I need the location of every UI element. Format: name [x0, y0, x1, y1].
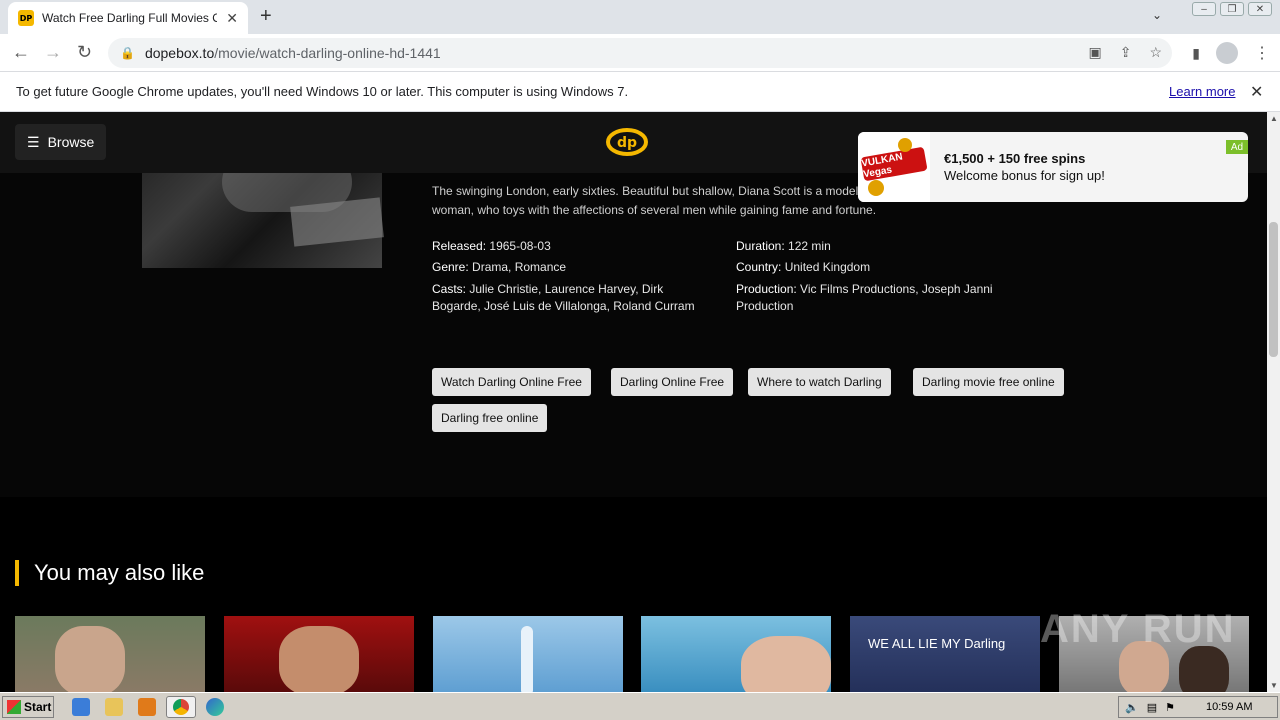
update-info-bar: To get future Google Chrome updates, you… — [0, 72, 1280, 112]
close-tab-icon[interactable]: ✕ — [226, 10, 238, 27]
side-panel-icon[interactable]: ▮ — [1192, 45, 1200, 62]
info-bar-message: To get future Google Chrome updates, you… — [16, 84, 629, 99]
country-row: Country: United Kingdom — [736, 260, 871, 274]
related-thumb[interactable] — [224, 616, 414, 692]
page-scrollbar[interactable]: ▲ ▼ — [1267, 112, 1280, 692]
ad-brand-logo: VULKAN Vegas — [860, 146, 928, 182]
ie-icon[interactable] — [72, 698, 90, 716]
ad-title: €1,500 + 150 free spins — [944, 151, 1086, 166]
start-button[interactable]: Start — [2, 696, 54, 718]
related-thumb[interactable] — [15, 616, 205, 692]
url-host: dopebox.to — [144, 45, 215, 61]
ad-badge: Ad — [1226, 140, 1248, 154]
casts-row: Casts: Julie Christie, Laurence Harvey, … — [432, 282, 695, 313]
tag-movie-free-online[interactable]: Darling movie free online — [913, 368, 1064, 396]
country-value: United Kingdom — [784, 260, 871, 274]
forward-icon[interactable]: → — [44, 42, 62, 63]
tag-where-to-watch[interactable]: Where to watch Darling — [748, 368, 891, 396]
media-player-icon[interactable] — [138, 698, 156, 716]
genre-value: Drama, Romance — [472, 260, 567, 274]
tag-watch-online-free[interactable]: Watch Darling Online Free — [432, 368, 591, 396]
related-thumb-title: WE ALL LIE MY Darling — [868, 636, 1006, 651]
production-row: Production: Vic Films Productions, Josep… — [736, 282, 993, 313]
window-controls: – ❐ ✕ — [1192, 2, 1272, 16]
site-logo[interactable]: dp — [606, 127, 648, 157]
menu-kebab-icon[interactable]: ⋮ — [1254, 43, 1270, 63]
window-close-icon[interactable]: ✕ — [1248, 2, 1272, 16]
info-bar-close-icon[interactable]: ✕ — [1250, 82, 1263, 102]
edge-icon[interactable] — [206, 698, 224, 716]
windows-taskbar: Start 🔈 ▤ ⚑ 10:59 AM — [0, 692, 1280, 720]
restore-icon[interactable]: ❐ — [1220, 2, 1244, 16]
address-bar[interactable]: 🔒 dopebox.to/movie/watch-darling-online-… — [108, 38, 1172, 68]
chrome-taskbar-button[interactable] — [166, 696, 196, 718]
related-section-title: You may also like — [34, 560, 205, 585]
genre-row: Genre: Drama, Romance — [432, 260, 567, 274]
svg-text:dp: dp — [617, 135, 637, 151]
windows-logo-icon — [7, 700, 21, 714]
hamburger-icon: ☰ — [27, 133, 40, 150]
site-favicon-icon: DP — [18, 10, 34, 26]
related-thumb[interactable]: WE ALL LIE MY Darling — [850, 616, 1040, 692]
tab-title: Watch Free Darling Full Movies Online — [42, 11, 217, 25]
released-row: Released: 1965-08-03 — [432, 239, 551, 253]
scroll-thumb[interactable] — [1269, 222, 1278, 357]
scroll-up-icon[interactable]: ▲ — [1270, 114, 1278, 123]
casts-value: Julie Christie, Laurence Harvey, Dirk Bo… — [432, 282, 695, 313]
share-icon[interactable]: ⇪ — [1120, 44, 1132, 61]
duration-value: 122 min — [788, 239, 831, 253]
tab-search-chevron-icon[interactable]: ⌄ — [1152, 8, 1162, 22]
chrome-icon — [173, 699, 189, 715]
minimize-icon[interactable]: – — [1192, 2, 1216, 16]
released-value: 1965-08-03 — [489, 239, 551, 253]
section-accent-bar — [15, 560, 19, 586]
page-viewport: The swinging London, early sixties. Beau… — [0, 112, 1267, 692]
flag-icon[interactable]: ⚑ — [1165, 701, 1175, 714]
profile-avatar[interactable] — [1216, 42, 1238, 64]
system-tray: 🔈 ▤ ⚑ — [1118, 696, 1278, 718]
new-tab-icon[interactable]: + — [260, 5, 272, 28]
related-thumb[interactable] — [433, 616, 623, 692]
browse-label: Browse — [47, 134, 95, 150]
scroll-down-icon[interactable]: ▼ — [1270, 681, 1278, 690]
explorer-folder-icon[interactable] — [105, 698, 123, 716]
browser-tab[interactable]: DP Watch Free Darling Full Movies Online… — [8, 2, 248, 34]
bookmark-star-icon[interactable]: ☆ — [1149, 44, 1162, 61]
volume-icon[interactable]: 🔈 — [1125, 701, 1139, 714]
ad-subtitle: Welcome bonus for sign up! — [944, 168, 1105, 183]
browser-tab-strip: DP Watch Free Darling Full Movies Online… — [0, 0, 1280, 34]
related-thumb[interactable] — [641, 616, 831, 692]
duration-row: Duration: 122 min — [736, 239, 831, 253]
network-icon[interactable]: ▤ — [1147, 701, 1157, 714]
browse-button[interactable]: ☰ Browse — [15, 124, 106, 160]
watermark: ANY RUN — [1040, 607, 1236, 651]
ad-image: VULKAN Vegas — [858, 132, 930, 202]
ad-banner[interactable]: VULKAN Vegas €1,500 + 150 free spins Wel… — [858, 132, 1248, 202]
reload-icon[interactable]: ↻ — [77, 42, 92, 63]
back-icon[interactable]: ← — [12, 42, 30, 63]
tag-online-free[interactable]: Darling Online Free — [611, 368, 734, 396]
url-path: /movie/watch-darling-online-hd-1441 — [214, 45, 441, 61]
lock-icon[interactable]: 🔒 — [120, 46, 135, 60]
taskbar-clock[interactable]: 10:59 AM — [1206, 701, 1252, 713]
browser-toolbar: ← → ↻ 🔒 dopebox.to/movie/watch-darling-o… — [0, 34, 1280, 72]
learn-more-link[interactable]: Learn more — [1169, 84, 1235, 99]
cast-blocked-icon[interactable]: ▣ — [1088, 44, 1101, 61]
tag-free-online[interactable]: Darling free online — [432, 404, 548, 432]
